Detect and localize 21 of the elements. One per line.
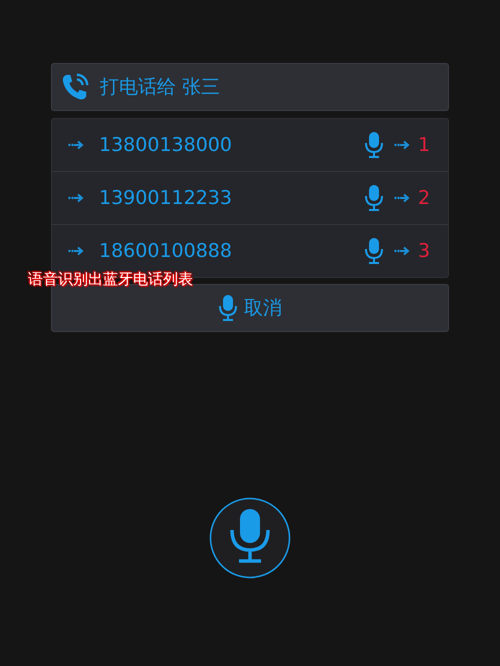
phone-number: 13900112233: [99, 187, 233, 209]
arrow-icon: [68, 193, 84, 203]
arrow-icon: [68, 246, 84, 256]
option-number: 2: [418, 187, 430, 209]
phone-number: 18600100888: [99, 240, 233, 262]
header-title: 打电话给 张三: [100, 75, 220, 100]
phone-icon: [60, 72, 90, 102]
arrow-icon: [68, 140, 84, 150]
option-number: 3: [418, 240, 430, 262]
phone-number: 13800138000: [99, 134, 233, 156]
microphone-icon: [218, 295, 238, 321]
arrow-icon: [394, 246, 410, 256]
microphone-icon: [364, 238, 384, 264]
number-row[interactable]: 13900112233 2: [52, 172, 448, 225]
microphone-button[interactable]: [209, 497, 291, 579]
number-row[interactable]: 13800138000 1: [52, 119, 448, 172]
arrow-icon: [394, 193, 410, 203]
microphone-icon: [364, 185, 384, 211]
arrow-icon: [394, 140, 410, 150]
microphone-icon: [364, 132, 384, 158]
option-number: 1: [418, 134, 430, 156]
